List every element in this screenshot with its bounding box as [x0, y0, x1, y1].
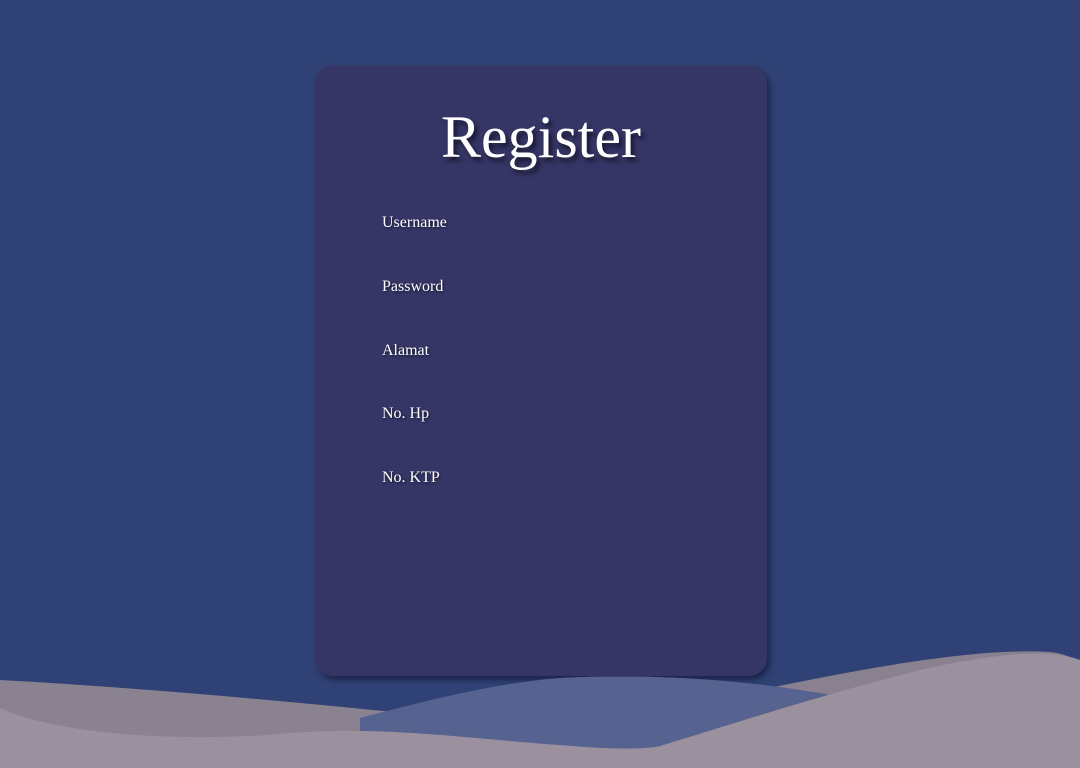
no-ktp-label: No. KTP: [382, 469, 440, 486]
register-card: Register Username Password Alamat No. Hp…: [315, 65, 767, 676]
register-title: Register: [441, 104, 641, 170]
register-page: Register Username Password Alamat No. Hp…: [0, 0, 1080, 768]
no-hp-label: No. Hp: [382, 405, 430, 422]
wave-back-left: [0, 680, 700, 768]
username-label: Username: [382, 214, 447, 231]
password-label: Password: [382, 278, 444, 295]
alamat-label: Alamat: [382, 342, 430, 359]
